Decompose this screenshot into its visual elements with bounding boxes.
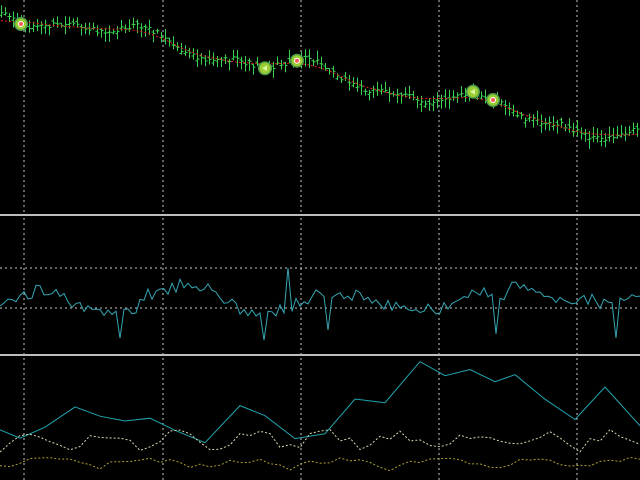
sell-signal-icon[interactable] [14,17,28,31]
subwindow-separator[interactable] [0,214,640,216]
sell-signal-icon[interactable] [486,93,500,107]
indicator-dotted-line-2 [0,456,640,472]
price-chart-pane[interactable] [0,0,640,214]
oscillator-pane[interactable] [0,218,640,354]
buy-signal-icon[interactable] [258,61,272,76]
indicator-dotted-line-1 [0,428,640,453]
oscillator-canvas[interactable] [0,218,640,354]
indicator-main-line [0,360,640,444]
chart-window[interactable] [0,0,640,480]
indicator-canvas[interactable] [0,358,640,480]
subwindow-separator[interactable] [0,354,640,356]
buy-signal-icon[interactable] [466,84,480,99]
oscillator-line [0,267,640,341]
price-chart-canvas[interactable] [0,0,640,214]
sell-signal-icon[interactable] [290,53,304,68]
price-bars [0,5,640,149]
indicator-pane[interactable] [0,358,640,480]
